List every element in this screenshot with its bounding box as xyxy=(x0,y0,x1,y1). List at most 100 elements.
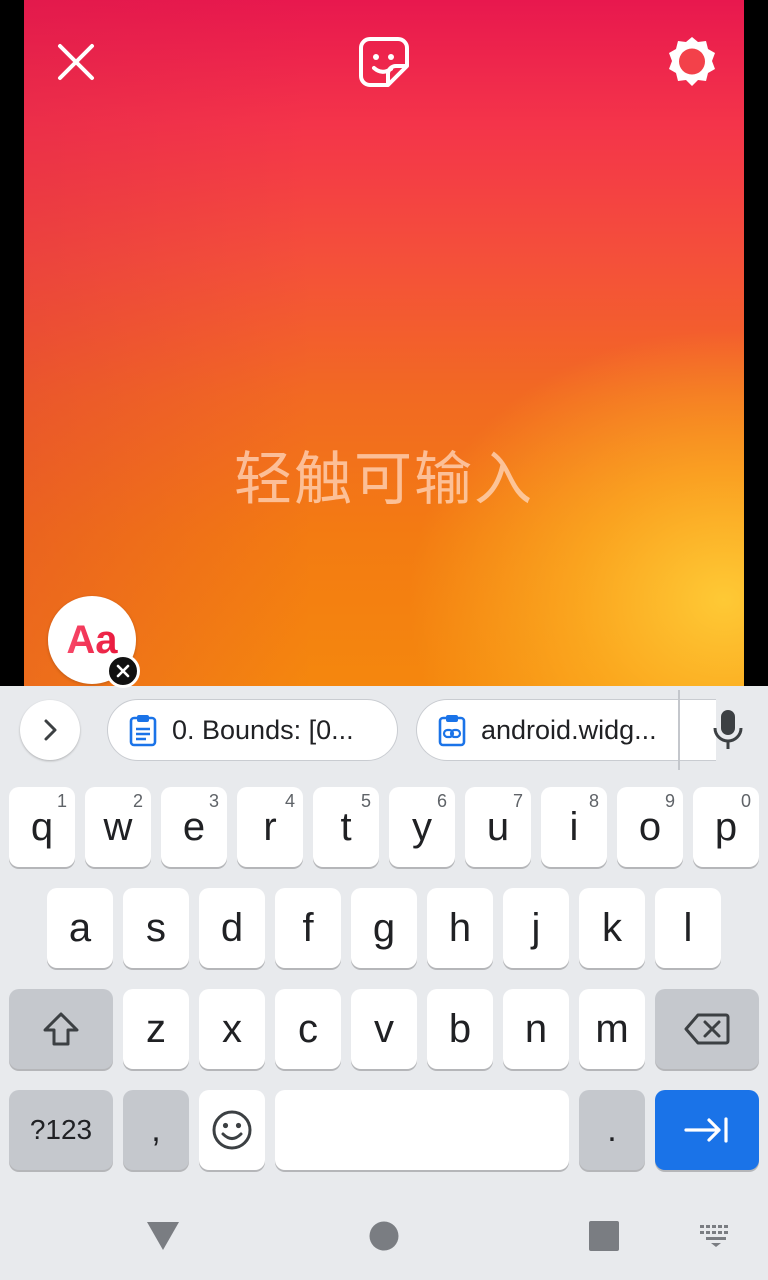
emoji-key[interactable] xyxy=(199,1090,265,1170)
space-key[interactable] xyxy=(275,1090,569,1170)
key-label: s xyxy=(146,906,166,950)
key-label: d xyxy=(220,906,244,950)
nav-recents-button[interactable] xyxy=(580,1212,628,1260)
key-label: c xyxy=(298,1007,318,1051)
key-label: o xyxy=(638,805,662,849)
key-label: f xyxy=(302,906,314,950)
text-input-placeholder[interactable]: 轻触可输入 xyxy=(24,432,744,516)
key-label: e xyxy=(182,805,206,849)
key-r[interactable]: r4 xyxy=(237,787,303,867)
key-hint: 5 xyxy=(360,791,371,811)
close-small-icon xyxy=(116,664,130,678)
key-label: h xyxy=(448,906,472,950)
key-y[interactable]: y6 xyxy=(389,787,455,867)
key-label: a xyxy=(68,906,92,950)
sticker-button[interactable] xyxy=(354,32,414,92)
key-z[interactable]: z xyxy=(123,989,189,1069)
key-i[interactable]: i8 xyxy=(541,787,607,867)
key-label: b xyxy=(448,1007,472,1051)
key-label: n xyxy=(524,1007,548,1051)
key-q[interactable]: q1 xyxy=(9,787,75,867)
key-x[interactable]: x xyxy=(199,989,265,1069)
key-label: q xyxy=(30,805,54,849)
font-style-dismiss-button[interactable] xyxy=(106,654,140,688)
enter-next-key[interactable] xyxy=(655,1090,759,1170)
key-hint: 7 xyxy=(512,791,523,811)
key-e[interactable]: e3 xyxy=(161,787,227,867)
screen: 轻触可输入 Aa 0. Bounds: [0... android.widg..… xyxy=(0,0,768,1280)
toolbar-expand-button[interactable] xyxy=(20,700,80,760)
clipboard-suggestion-chip[interactable]: 0. Bounds: [0... xyxy=(107,699,398,761)
story-canvas[interactable] xyxy=(24,0,744,686)
key-label: k xyxy=(602,906,622,950)
key-label: v xyxy=(374,1007,394,1051)
key-hint: 3 xyxy=(208,791,219,811)
key-t[interactable]: t5 xyxy=(313,787,379,867)
key-o[interactable]: o9 xyxy=(617,787,683,867)
key-label: p xyxy=(714,805,738,849)
font-style-label: Aa xyxy=(66,617,118,662)
symbols-key[interactable]: ?123 xyxy=(9,1090,113,1170)
key-label: ?123 xyxy=(29,1114,93,1145)
period-key[interactable]: . xyxy=(579,1090,645,1170)
microphone-icon xyxy=(713,710,743,749)
key-m[interactable]: m xyxy=(579,989,645,1069)
key-s[interactable]: s xyxy=(123,888,189,968)
key-label: , xyxy=(151,1111,161,1149)
key-l[interactable]: l xyxy=(655,888,721,968)
shift-key[interactable] xyxy=(9,989,113,1069)
key-w[interactable]: w2 xyxy=(85,787,151,867)
settings-gear-icon xyxy=(669,37,715,86)
close-button[interactable] xyxy=(46,32,106,92)
key-hint: 2 xyxy=(132,791,143,811)
clipboard-icon xyxy=(129,715,157,747)
key-hint: 8 xyxy=(588,791,599,811)
key-u[interactable]: u7 xyxy=(465,787,531,867)
key-hint: 6 xyxy=(436,791,447,811)
shift-icon xyxy=(43,1012,79,1046)
nav-back-button[interactable] xyxy=(139,1212,187,1260)
chevron-right-icon xyxy=(44,719,57,741)
key-label: w xyxy=(103,805,133,849)
keyboard-switch-icon xyxy=(700,1225,728,1247)
triangle-back-icon xyxy=(147,1222,179,1250)
key-k[interactable]: k xyxy=(579,888,645,968)
key-label: g xyxy=(372,906,396,950)
key-label: x xyxy=(222,1007,242,1051)
key-p[interactable]: p0 xyxy=(693,787,759,867)
key-j[interactable]: j xyxy=(503,888,569,968)
clipboard-link-suggestion-chip[interactable]: android.widg... xyxy=(416,699,716,761)
key-d[interactable]: d xyxy=(199,888,265,968)
soft-keyboard: 0. Bounds: [0... android.widg... q 1 w 2… xyxy=(0,686,768,1190)
key-n[interactable]: n xyxy=(503,989,569,1069)
key-v[interactable]: v xyxy=(351,989,417,1069)
tab-next-icon xyxy=(684,1117,728,1143)
circle-home-icon xyxy=(369,1221,399,1251)
key-g[interactable]: g xyxy=(351,888,417,968)
key-b[interactable]: b xyxy=(427,989,493,1069)
key-a[interactable]: a xyxy=(47,888,113,968)
suggestion-strip: 0. Bounds: [0... android.widg... xyxy=(0,686,768,774)
key-hint: 0 xyxy=(740,791,751,811)
close-icon xyxy=(58,44,94,80)
square-recents-icon xyxy=(589,1221,619,1251)
nav-home-button[interactable] xyxy=(360,1212,408,1260)
nav-keyboard-button[interactable] xyxy=(692,1212,740,1260)
backspace-icon xyxy=(684,1013,730,1045)
voice-input-button[interactable] xyxy=(704,706,752,754)
sticker-icon xyxy=(359,37,409,87)
key-h[interactable]: h xyxy=(427,888,493,968)
backspace-key[interactable] xyxy=(655,989,759,1069)
comma-key[interactable]: , xyxy=(123,1090,189,1170)
settings-button[interactable] xyxy=(662,32,722,92)
key-label: . xyxy=(607,1111,617,1149)
key-label: j xyxy=(531,906,541,950)
key-f[interactable]: f xyxy=(275,888,341,968)
system-nav-bar xyxy=(0,1190,768,1280)
clipboard-chip-text: 0. Bounds: [0... xyxy=(172,714,354,745)
key-label: t xyxy=(340,805,352,849)
key-label: u xyxy=(486,805,510,849)
key-c[interactable]: c xyxy=(275,989,341,1069)
key-label: r xyxy=(263,805,277,849)
key-label: i xyxy=(569,805,579,849)
